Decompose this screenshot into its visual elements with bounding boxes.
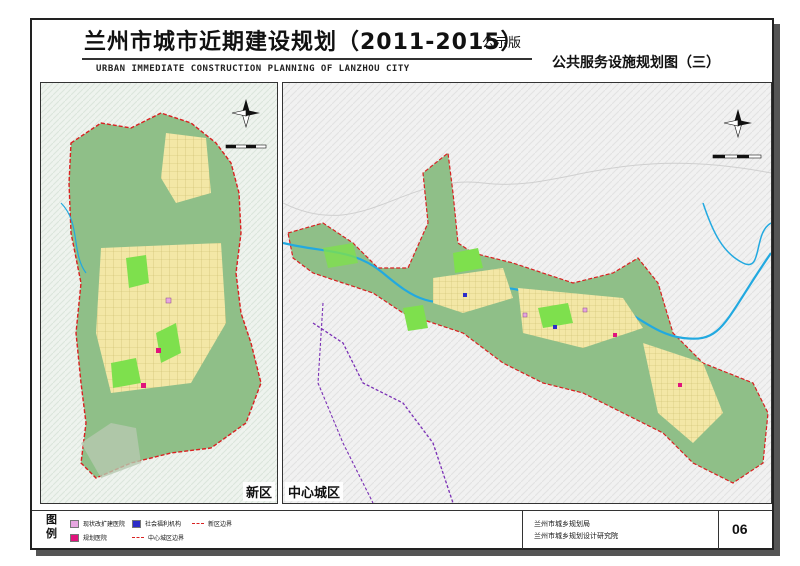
map-sheet: 兰州市城市近期建设规划（2011-2015） 公示版 URBAN IMMEDIA… bbox=[30, 18, 774, 550]
existing-hospital-marker[interactable] bbox=[165, 297, 172, 304]
organization-1: 兰州市城乡规划局 bbox=[534, 521, 590, 528]
panel-label-central-city: 中心城区 bbox=[285, 482, 344, 501]
central-city-map-panel[interactable]: 中心城区 bbox=[282, 82, 772, 504]
planned-hospital-marker[interactable] bbox=[613, 333, 617, 337]
footer-divider bbox=[718, 511, 719, 549]
legend-central-boundary: 中心城区边界 bbox=[132, 533, 184, 542]
green-space bbox=[126, 255, 149, 288]
map-subtitle: 公共服务设施规划图（三） bbox=[552, 55, 720, 71]
page-number: 06 bbox=[732, 521, 748, 537]
scale-bar bbox=[712, 154, 762, 159]
welfare-institution-marker[interactable] bbox=[463, 293, 467, 297]
legend-swatch bbox=[132, 519, 141, 528]
legend-swatch bbox=[70, 533, 79, 542]
organization-2: 兰州市城乡规划设计研究院 bbox=[534, 533, 618, 540]
legend-footer: 图例 现状改扩建医院 规划医院 社会福利机构 中心城区边界 新区边界 兰州市城乡… bbox=[32, 510, 772, 549]
legend-welfare: 社会福利机构 bbox=[132, 519, 181, 528]
planned-hospital-marker[interactable] bbox=[678, 383, 682, 387]
legend-label: 规划医院 bbox=[83, 536, 108, 542]
legend-label: 新区边界 bbox=[208, 522, 233, 528]
legend-title: 图例 bbox=[46, 513, 57, 540]
new-district-map bbox=[41, 83, 277, 503]
edition-badge: 公示版 bbox=[482, 36, 522, 51]
title-block: 兰州市城市近期建设规划（2011-2015） 公示版 URBAN IMMEDIA… bbox=[32, 20, 772, 80]
legend-existing-hospital: 现状改扩建医院 bbox=[70, 519, 125, 528]
existing-hospital-marker[interactable] bbox=[582, 307, 588, 313]
central-city-map bbox=[283, 83, 771, 503]
legend-swatch bbox=[70, 519, 79, 528]
welfare-institution-marker[interactable] bbox=[553, 325, 557, 329]
planned-hospital-marker[interactable] bbox=[141, 383, 146, 388]
existing-hospital-marker[interactable] bbox=[522, 312, 528, 318]
planned-hospital-marker[interactable] bbox=[156, 348, 161, 353]
legend-swatch bbox=[192, 523, 204, 524]
title-rule bbox=[82, 58, 532, 60]
legend-planned-hospital: 规划医院 bbox=[70, 533, 107, 542]
new-district-map-panel[interactable]: 新区 bbox=[40, 82, 278, 504]
english-title: URBAN IMMEDIATE CONSTRUCTION PLANNING OF… bbox=[96, 64, 410, 74]
panel-label-new-district: 新区 bbox=[242, 482, 275, 501]
scale-bar bbox=[225, 144, 267, 149]
legend-new-district-boundary: 新区边界 bbox=[192, 519, 232, 528]
footer-divider bbox=[522, 511, 523, 549]
green-space bbox=[111, 358, 141, 388]
legend-label: 中心城区边界 bbox=[148, 536, 185, 542]
legend-label: 社会福利机构 bbox=[145, 522, 182, 528]
map-title: 兰州市城市近期建设规划（2011-2015） bbox=[84, 30, 524, 55]
legend-swatch bbox=[132, 537, 144, 538]
legend-label: 现状改扩建医院 bbox=[83, 522, 126, 528]
